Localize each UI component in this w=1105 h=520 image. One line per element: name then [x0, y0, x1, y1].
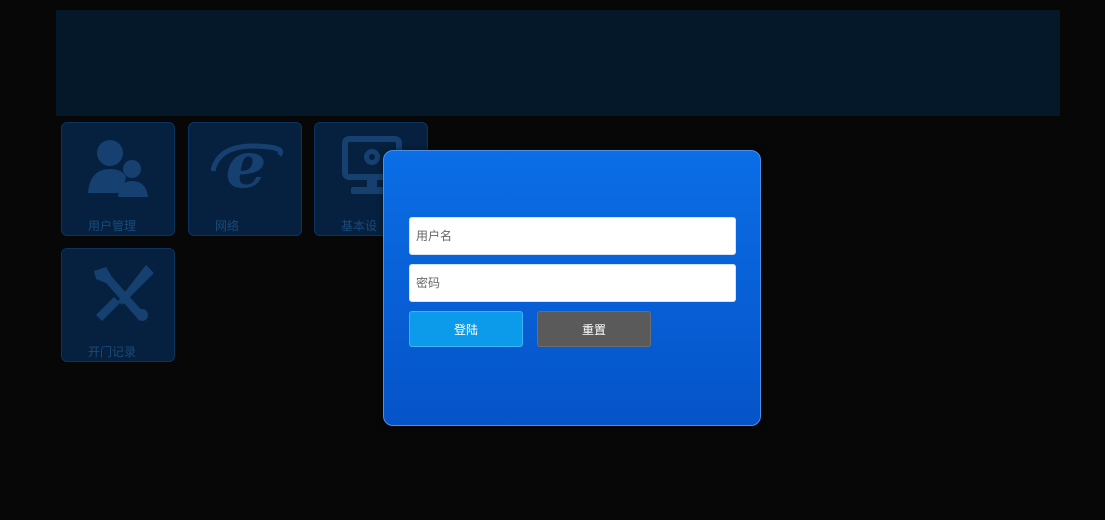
tools-icon: [94, 265, 154, 321]
tile-label: 用户管理: [88, 219, 137, 233]
username-input[interactable]: [409, 217, 736, 255]
header-banner: [56, 10, 1060, 116]
tile-label: 网络: [215, 219, 240, 233]
svg-text:e: e: [226, 131, 267, 201]
login-dialog: 登陆 重置: [383, 150, 761, 426]
reset-button[interactable]: 重置: [537, 311, 651, 347]
tile-network[interactable]: e 网络: [188, 122, 302, 236]
users-icon: [88, 140, 148, 197]
tile-label: 基本设: [341, 219, 378, 233]
desktop-screen: 用户管理 e 网络 基本设 开门记录 登陆 重置: [0, 0, 1105, 520]
login-button[interactable]: 登陆: [409, 311, 523, 347]
tile-user-management[interactable]: 用户管理: [61, 122, 175, 236]
tile-label: 开门记录: [88, 345, 137, 359]
tile-door-records[interactable]: 开门记录: [61, 248, 175, 362]
internet-explorer-icon: e: [210, 131, 284, 201]
password-input[interactable]: [409, 264, 736, 302]
